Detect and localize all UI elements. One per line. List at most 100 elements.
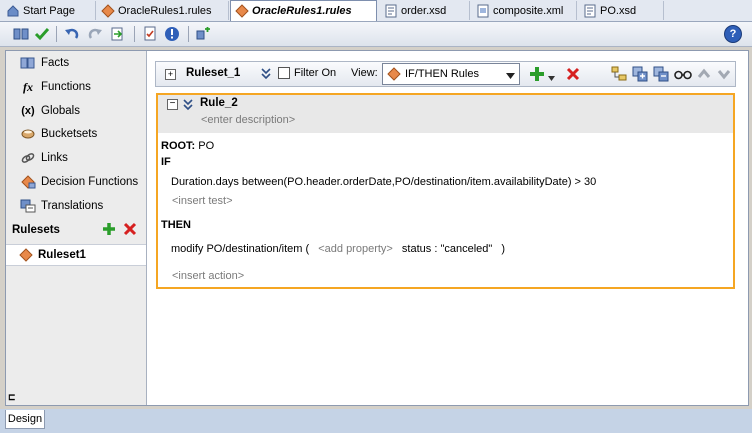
rule-description-placeholder[interactable]: <enter description> bbox=[201, 114, 295, 126]
action-prefix: modify PO/destination/item ( bbox=[171, 243, 310, 255]
move-up-icon[interactable] bbox=[697, 67, 711, 81]
rules-diamond-icon bbox=[235, 4, 249, 18]
tab-label: OracleRules1.rules bbox=[118, 4, 212, 17]
chevron-down-icon bbox=[506, 70, 515, 82]
view-label: View: bbox=[351, 67, 378, 79]
add-ruleset-button[interactable] bbox=[101, 221, 117, 237]
add-icon bbox=[530, 67, 544, 81]
delete-icon bbox=[123, 222, 137, 236]
rules-diamond-icon bbox=[387, 67, 401, 81]
collapse-chevrons-icon[interactable] bbox=[182, 97, 194, 111]
sidebar-item-label: Decision Functions bbox=[41, 176, 139, 188]
ruleset-diamond-icon bbox=[18, 248, 34, 262]
help-button[interactable]: ? bbox=[724, 25, 742, 43]
composite-file-icon bbox=[476, 4, 490, 18]
tab-composite-xml[interactable]: composite.xml bbox=[472, 1, 577, 20]
delete-icon bbox=[566, 67, 580, 81]
sidebar-item-label: Bucketsets bbox=[41, 128, 98, 140]
rule-name[interactable]: Rule_2 bbox=[200, 97, 238, 109]
collapse-rule-icon[interactable]: − bbox=[167, 99, 178, 110]
expand-all-icon[interactable] bbox=[632, 66, 648, 82]
tab-start-page[interactable]: Start Page bbox=[2, 1, 96, 20]
undo-icon[interactable] bbox=[63, 25, 81, 43]
filter-on-checkbox[interactable] bbox=[278, 67, 290, 79]
collapse-all-icon[interactable] bbox=[653, 66, 669, 82]
collapse-icon[interactable]: ⊏ bbox=[8, 392, 16, 403]
sidebar-item-label: Globals bbox=[41, 105, 80, 117]
xsd-file-icon bbox=[583, 4, 597, 18]
add-icon bbox=[103, 223, 115, 235]
sidebar-item-links[interactable]: Links bbox=[19, 148, 68, 168]
action-close: ) bbox=[501, 243, 506, 255]
tab-design[interactable]: Design bbox=[5, 410, 45, 429]
ruleset-item-label: Ruleset1 bbox=[38, 249, 86, 261]
delete-rule-button[interactable] bbox=[565, 66, 581, 82]
root-value[interactable]: PO bbox=[198, 140, 214, 152]
tab-label: composite.xml bbox=[493, 4, 564, 17]
globals-icon: (x) bbox=[21, 105, 35, 117]
validate-check-icon[interactable] bbox=[33, 25, 51, 43]
tab-po-xsd[interactable]: PO.xsd bbox=[579, 1, 664, 20]
add-property-placeholder[interactable]: <add property> bbox=[318, 243, 393, 255]
ruleset-header-bar: + Ruleset_1 Filter On View: IF/THEN Rule… bbox=[155, 61, 736, 87]
tab-label: PO.xsd bbox=[600, 4, 637, 17]
export-icon[interactable] bbox=[108, 25, 126, 43]
then-label: THEN bbox=[161, 219, 191, 231]
sidebar-item-label: Links bbox=[41, 152, 68, 164]
ruleset-list-item[interactable]: Ruleset1 bbox=[6, 244, 146, 266]
sidebar-item-functions[interactable]: fx Functions bbox=[19, 77, 91, 97]
xsd-file-icon bbox=[384, 4, 398, 18]
insert-test-placeholder[interactable]: <insert test> bbox=[172, 195, 233, 207]
sidebar-item-label: Functions bbox=[41, 81, 91, 93]
book-icon[interactable] bbox=[12, 25, 30, 43]
rules-diamond-icon bbox=[101, 3, 115, 18]
test-icon[interactable] bbox=[195, 25, 213, 43]
sidebar-item-translations[interactable]: Translations bbox=[19, 196, 103, 216]
root-line: ROOT: PO bbox=[161, 140, 214, 152]
rule-condition[interactable]: Duration.days between(PO.header.orderDat… bbox=[171, 176, 596, 188]
tab-order-xsd[interactable]: order.xsd bbox=[380, 1, 470, 20]
view-select[interactable]: IF/THEN Rules bbox=[382, 63, 520, 85]
functions-icon: fx bbox=[23, 79, 33, 94]
view-select-value: IF/THEN Rules bbox=[405, 68, 479, 80]
decision-functions-icon bbox=[19, 174, 37, 190]
home-icon bbox=[6, 4, 20, 18]
rule-header: − Rule_2 <enter description> bbox=[158, 95, 733, 133]
delete-ruleset-button[interactable] bbox=[122, 221, 138, 237]
move-down-icon[interactable] bbox=[717, 67, 731, 81]
if-label: IF bbox=[161, 156, 171, 168]
bottom-tab-strip bbox=[0, 409, 752, 433]
editor-toolbar: ? bbox=[0, 22, 752, 47]
glasses-icon[interactable] bbox=[674, 67, 692, 81]
redo-icon[interactable] bbox=[86, 25, 104, 43]
bucketsets-icon bbox=[19, 126, 37, 142]
collapse-chevrons-icon[interactable] bbox=[260, 66, 272, 80]
tab-label: Start Page bbox=[23, 4, 75, 17]
facts-icon bbox=[19, 55, 37, 71]
sidebar-item-label: Translations bbox=[41, 200, 104, 212]
add-rule-button[interactable] bbox=[528, 65, 546, 83]
action-assignment[interactable]: status : "canceled" bbox=[402, 243, 492, 255]
rulesets-heading: Rulesets bbox=[12, 224, 60, 236]
tab-oraclerules1-first[interactable]: OracleRules1.rules bbox=[97, 1, 229, 20]
add-menu-dropdown-icon[interactable] bbox=[548, 72, 555, 84]
info-icon[interactable] bbox=[163, 25, 181, 43]
sidebar-item-decision-functions[interactable]: Decision Functions bbox=[19, 172, 138, 192]
tree-view-icon[interactable] bbox=[611, 66, 627, 82]
sidebar-item-bucketsets[interactable]: Bucketsets bbox=[19, 124, 97, 144]
editor-tab-bar: Start Page OracleRules1.rules OracleRule… bbox=[0, 0, 752, 22]
sidebar-item-globals[interactable]: (x) Globals bbox=[19, 101, 80, 121]
root-label: ROOT: bbox=[161, 140, 196, 152]
help-icon: ? bbox=[724, 25, 742, 43]
tab-label: OracleRules1.rules bbox=[252, 5, 352, 17]
tab-label: order.xsd bbox=[401, 4, 447, 17]
tab-oraclerules1-active[interactable]: OracleRules1.rules bbox=[230, 0, 377, 21]
expand-ruleset-icon[interactable]: + bbox=[165, 69, 176, 80]
links-icon bbox=[19, 150, 37, 166]
insert-action-placeholder[interactable]: <insert action> bbox=[172, 270, 244, 282]
filter-on-label: Filter On bbox=[294, 67, 337, 79]
navigation-sidebar: Facts fx Functions (x) Globals Bucketset… bbox=[6, 51, 147, 405]
report-icon[interactable] bbox=[141, 25, 159, 43]
rule-action[interactable]: modify PO/destination/item ( <add proper… bbox=[171, 243, 505, 255]
sidebar-item-facts[interactable]: Facts bbox=[19, 53, 69, 73]
